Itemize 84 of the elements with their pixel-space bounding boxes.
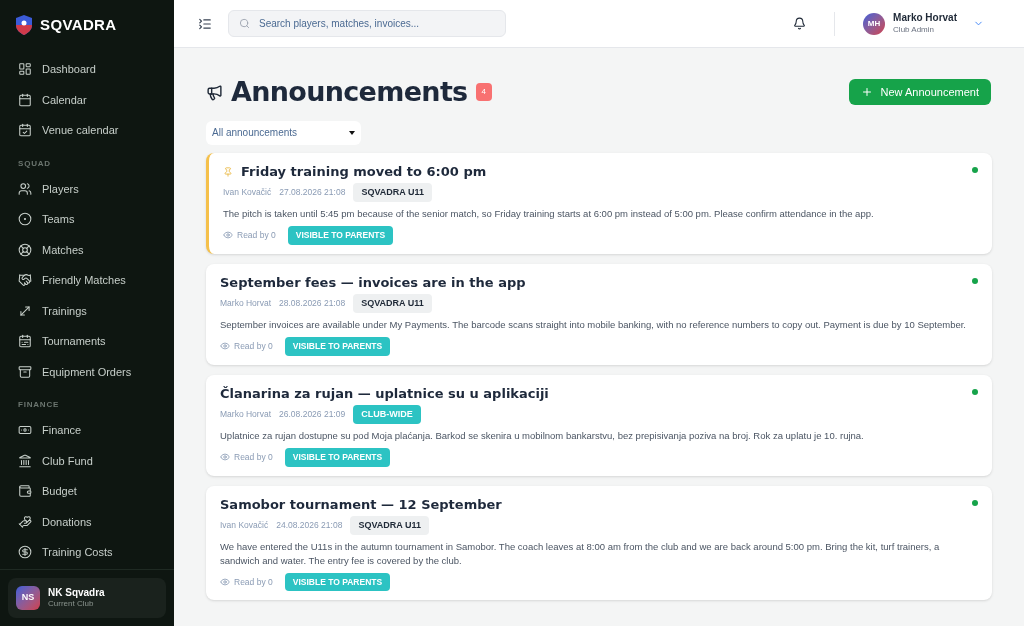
nav-item[interactable]: Club Fund <box>0 445 174 476</box>
read-count: Read by 0 <box>237 228 276 242</box>
nav-item[interactable]: Players <box>0 173 174 204</box>
announcement-body: Uplatnice za rujan dostupne su pod Moja plaćanja. Barkod se skenira u mobilnom bankarstvu, bez prepisivanja poziva na broj. Rok za uplatu je 10. rujna. <box>220 429 865 443</box>
search-icon <box>239 18 250 29</box>
nav-item[interactable]: Training Costs <box>0 537 174 568</box>
handshake-icon <box>18 273 32 288</box>
ring-icon <box>18 242 32 257</box>
date: 24.08.2026 21:08 <box>276 518 343 532</box>
nav-item[interactable]: Tournaments <box>0 326 174 357</box>
shield-logo-icon <box>16 15 32 35</box>
users-icon <box>18 181 32 196</box>
announcement-title: Friday training moved to 6:00 pm <box>241 162 487 181</box>
author: Marko Horvat <box>220 407 271 421</box>
nav-item[interactable]: Budget <box>0 476 174 507</box>
nav-item[interactable]: Venue calendar <box>0 115 174 146</box>
nav-item[interactable]: Matches <box>0 234 174 265</box>
date: 27.08.2026 21:08 <box>279 185 346 199</box>
dollar-icon <box>18 545 32 560</box>
pin-icon <box>223 166 233 177</box>
search-field[interactable]: Search players, matches, invoices... <box>228 10 506 37</box>
nav-item[interactable]: Teams <box>0 204 174 235</box>
date: 28.08.2026 21:08 <box>279 296 346 310</box>
read-count: Read by 0 <box>234 339 273 353</box>
wallet-icon <box>18 484 32 499</box>
user-role: Club Admin <box>893 24 935 35</box>
nav-item[interactable]: Donations <box>0 506 174 537</box>
section-heading: SQUAD <box>17 157 52 170</box>
date: 26.08.2026 21:09 <box>279 407 346 421</box>
club-avatar: NS <box>16 586 40 610</box>
announcement-title: Članarina za rujan — uplatnice su u aplikaciji <box>220 384 549 403</box>
nav-item[interactable]: Friendly Matches <box>0 265 174 296</box>
announcement-body: We have entered the U11s in the autumn tournament in Samobor. The coach leaves at 8:00 am from the club and we are back around 5:00 pm. Bring the kit, turf trainers, a sandwich and water. The entry fee is covered by the club. <box>220 540 941 568</box>
calendar-check-icon <box>18 123 32 138</box>
calendar-icon <box>18 334 32 349</box>
author: Marko Horvat <box>220 296 271 310</box>
visibility-badge: VISIBLE TO PARENTS <box>284 572 391 592</box>
eye-icon <box>223 230 233 241</box>
nav-item[interactable]: Calendar <box>0 84 174 115</box>
author: Ivan Kovačić <box>220 518 269 532</box>
hand-heart-icon <box>18 514 32 529</box>
user-avatar: MH <box>863 12 886 35</box>
plus-icon <box>860 86 873 99</box>
team-tag: SQVADRA U11 <box>353 293 432 313</box>
user-menu[interactable]: MH Marko Horvat Club Admin <box>863 12 984 35</box>
read-count: Read by 0 <box>234 450 273 464</box>
archive-icon <box>18 364 32 379</box>
brand-name: SQVADRA <box>40 14 117 35</box>
announcement-title: September fees — invoices are in the app <box>220 273 526 292</box>
notifications-icon[interactable] <box>793 17 807 30</box>
visibility-badge: VISIBLE TO PARENTS <box>284 447 391 467</box>
visibility-badge: VISIBLE TO PARENTS <box>287 225 394 245</box>
eye-icon <box>220 452 230 463</box>
read-count: Read by 0 <box>234 575 273 589</box>
eye-icon <box>220 576 230 587</box>
menu-icon[interactable] <box>198 16 212 31</box>
team-tag: CLUB-WIDE <box>353 404 421 425</box>
nav-item[interactable]: Dashboard <box>0 54 174 85</box>
page-title: Announcements <box>231 75 468 109</box>
club-switcher[interactable]: NS NK Sqvadra Current Club <box>8 578 166 618</box>
nav-item[interactable]: Trainings <box>0 295 174 326</box>
calendar-icon <box>18 92 32 107</box>
team-tag: SQVADRA U11 <box>353 182 432 202</box>
club-name: NK Sqvadra <box>48 586 105 600</box>
megaphone-icon <box>206 83 223 101</box>
announcement-body: September invoices are available under My Payments. The barcode scans straight into mobile banking, with no reference numbers to copy out. Payment is due by 10 September. <box>220 318 967 332</box>
user-name: Marko Horvat <box>893 12 957 25</box>
author: Ivan Kovačić <box>223 185 272 199</box>
visibility-badge: VISIBLE TO PARENTS <box>284 336 391 356</box>
section-heading: FINANCE <box>17 399 61 411</box>
filter-dropdown[interactable]: All announcements <box>206 120 361 145</box>
eye-icon <box>220 341 230 352</box>
club-role: Current Club <box>48 599 95 610</box>
count-badge: 4 <box>475 83 492 102</box>
diagonal-arrows-icon <box>18 303 32 318</box>
circle-icon <box>18 212 32 227</box>
nav-item[interactable]: Finance <box>0 415 174 446</box>
team-tag: SQVADRA U11 <box>350 515 429 536</box>
dashboard-icon <box>18 62 32 77</box>
announcement-body: The pitch is taken until 5:45 pm because of the senior match, so Friday training starts at 6:00 pm instead of 5:00 pm. Please confirm attendance in the app. <box>223 207 875 221</box>
announcement-title: Samobor tournament — 12 September <box>220 495 502 514</box>
caret-icon <box>349 130 355 135</box>
bank-icon <box>18 453 32 468</box>
nav-item[interactable]: Equipment Orders <box>0 356 174 387</box>
